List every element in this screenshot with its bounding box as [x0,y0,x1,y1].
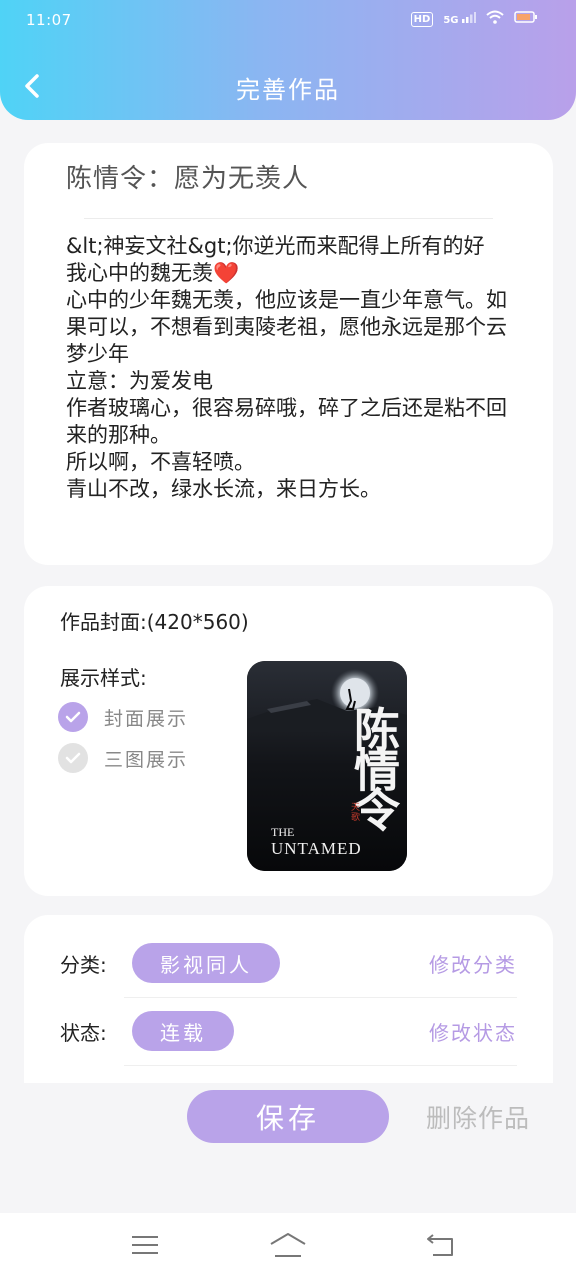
home-icon[interactable] [268,1229,308,1261]
option-label: 封面展示 [104,707,189,730]
system-nav-bar [0,1213,576,1280]
option-three-image-display[interactable]: 三图展示 [58,743,188,773]
hd-icon: HD [410,11,434,27]
status-bar: 11:07 HD 5G [0,0,576,40]
check-icon[interactable] [58,702,88,732]
status-tag: 连载 [132,1011,234,1051]
cover-seal: 天歌 [351,803,361,823]
cover-label: 作品封面:(420*560) [60,610,249,634]
category-label: 分类: [60,952,107,977]
work-title[interactable]: 陈情令：愿为无羡人 [66,158,309,195]
battery-icon [514,10,538,28]
wifi-icon [486,10,504,28]
signal-icon: 5G [443,12,476,26]
back-icon[interactable] [420,1229,460,1261]
save-button[interactable]: 保存 [187,1090,389,1143]
divider [124,1065,517,1066]
page-title: 完善作品 [236,76,340,104]
cover-en-line2: UNTAMED [271,839,362,858]
status-icons: HD 5G [410,10,538,28]
app-header: 11:07 HD 5G 完善作品 [0,0,576,120]
category-tag: 影视同人 [132,943,280,983]
status-time: 11:07 [26,11,72,29]
option-cover-display[interactable]: 封面展示 [58,702,188,732]
edit-category-link[interactable]: 修改分类 [429,949,517,978]
cover-en-line1: THE [271,825,295,839]
category-row: 分类: 影视同人 修改分类 [60,933,517,993]
network-label: 5G [443,15,459,26]
divider [84,218,493,219]
cover-card: 作品封面:(420*560) 展示样式: 封面展示 三图展示 陈情令 天歌 TH… [24,586,553,896]
display-style-label: 展示样式: [60,666,147,690]
edit-status-link[interactable]: 修改状态 [429,1017,517,1046]
work-text-card: 陈情令：愿为无羡人 &lt;神妄文社&gt;你逆光而来配得上所有的好 我心中的魏… [24,143,553,565]
delete-work-button[interactable]: 删除作品 [426,1099,530,1135]
menu-icon[interactable] [125,1229,165,1261]
status-label: 状态: [60,1020,107,1045]
option-label: 三图展示 [104,748,189,771]
status-row: 状态: 连载 修改状态 [60,1001,517,1061]
work-description[interactable]: &lt;神妄文社&gt;你逆光而来配得上所有的好 我心中的魏无羡❤️ 心中的少年… [66,233,526,503]
cover-calligraphy: 陈情令 [347,706,401,826]
divider [124,997,517,998]
cover-image[interactable]: 陈情令 天歌 THE UNTAMED [247,661,407,871]
check-icon[interactable] [58,743,88,773]
meta-card: 分类: 影视同人 修改分类 状态: 连载 修改状态 [24,915,553,1083]
